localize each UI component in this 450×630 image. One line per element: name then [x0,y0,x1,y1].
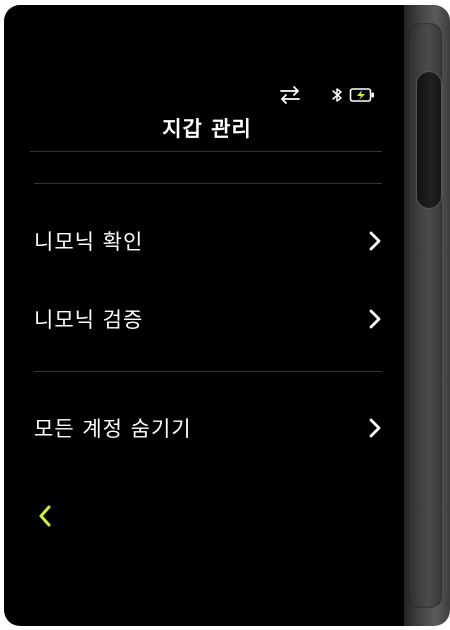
device-screen: 지갑 관리 니모닉 확인 니모닉 검증 모든 계정 숨기기 [4,5,410,626]
device-side-panel [408,23,442,608]
side-button[interactable] [416,71,442,209]
divider [34,371,382,372]
menu-item-label: 니모닉 검증 [34,308,144,332]
menu-item-verify-mnemonic[interactable]: 니모닉 검증 [34,294,384,344]
chevron-right-icon [366,308,384,330]
device-frame: 지갑 관리 니모닉 확인 니모닉 검증 모든 계정 숨기기 [4,5,450,626]
back-button[interactable] [38,501,68,535]
chevron-left-icon [38,504,52,532]
divider [30,151,382,152]
bluetooth-icon [331,87,343,107]
status-bar [4,85,410,109]
menu-item-label: 모든 계정 숨기기 [34,417,192,441]
menu-item-hide-all-accounts[interactable]: 모든 계정 숨기기 [34,403,384,453]
chevron-right-icon [366,230,384,252]
page-title: 지갑 관리 [162,117,252,141]
battery-charging-icon [349,87,377,107]
transfer-icon [279,85,301,109]
menu-item-label: 니모닉 확인 [34,230,144,254]
menu-item-view-mnemonic[interactable]: 니모닉 확인 [34,216,384,266]
device-side-edge [404,5,450,626]
chevron-right-icon [366,417,384,439]
divider [34,183,382,184]
